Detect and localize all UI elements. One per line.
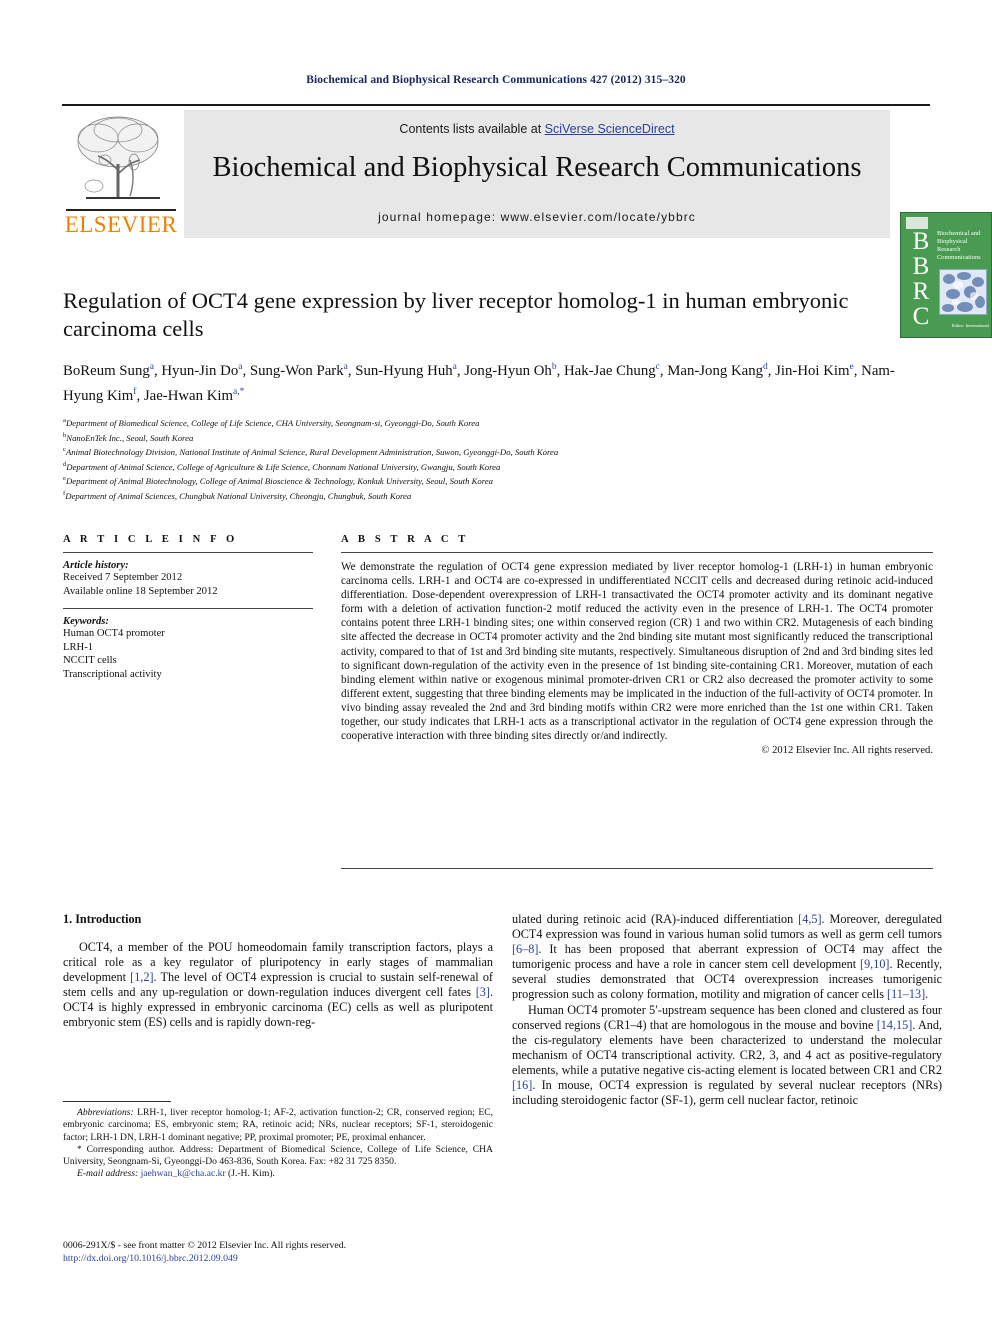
affiliation-item: aDepartment of Biomedical Science, Colle…: [63, 415, 933, 430]
sciencedirect-link[interactable]: SciVerse ScienceDirect: [545, 122, 675, 136]
bbrc-cover-artwork: [939, 269, 987, 315]
keyword-item: Human OCT4 promoter: [63, 628, 165, 640]
running-head: Biochemical and Biophysical Research Com…: [306, 74, 686, 86]
contents-lists-line: Contents lists available at SciVerse Sci…: [184, 122, 890, 136]
affiliations-list: aDepartment of Biomedical Science, Colle…: [63, 415, 933, 503]
bbrc-cover-footer: Editor: International: [951, 323, 989, 328]
section-heading-introduction: 1. Introduction: [63, 912, 142, 926]
abstract-bottom-divider: [341, 868, 933, 869]
affiliation-text: Department of Animal Science, College of…: [66, 461, 501, 472]
journal-masthead: ELSEVIER Contents lists available at Sci…: [62, 104, 992, 338]
affiliation-item: cAnimal Biotechnology Division, National…: [63, 444, 933, 459]
article-history-online: Available online 18 September 2012: [63, 585, 218, 597]
imprint-frontmatter: 0006-291X/$ - see front matter © 2012 El…: [63, 1240, 347, 1251]
page-title: Regulation of OCT4 gene expression by li…: [63, 288, 849, 341]
intro-paragraph-right-1: ulated during retinoic acid (RA)-induced…: [512, 912, 942, 1002]
affiliation-item: eDepartment of Animal Biotechnology, Col…: [63, 473, 933, 488]
footnote-divider: [63, 1101, 171, 1102]
elsevier-tree-svg: [77, 116, 160, 199]
elsevier-rule: [66, 209, 176, 211]
affiliation-text: Animal Biotechnology Division, National …: [65, 447, 559, 458]
keyword-item: Transcriptional activity: [63, 668, 162, 680]
elsevier-wordmark: ELSEVIER: [64, 212, 178, 237]
footnote-email[interactable]: E-mail address: jaehwan_k@cha.ac.kr (J.-…: [63, 1168, 493, 1180]
intro-paragraph-right-2: Human OCT4 promoter 5′-upstream sequence…: [512, 1002, 942, 1108]
bbrc-artwork-svg: [940, 270, 986, 314]
affiliation-item: fDepartment of Animal Sciences, Chungbuk…: [63, 488, 933, 503]
divider: [63, 552, 313, 553]
abstract-text: We demonstrate the regulation of OCT4 ge…: [341, 561, 933, 743]
abstract-panel: A B S T R A C T We demonstrate the regul…: [341, 534, 933, 756]
imprint-block: 0006-291X/$ - see front matter © 2012 El…: [63, 1240, 493, 1265]
abstract-copyright: © 2012 Elsevier Inc. All rights reserved…: [761, 745, 933, 757]
article-info-panel: A R T I C L E I N F O Article history: R…: [63, 534, 313, 682]
divider: [341, 552, 933, 553]
footnote-abbreviations: Abbreviations: LRH-1, liver receptor hom…: [63, 1107, 493, 1143]
affiliation-text: Department of Biomedical Science, Colleg…: [65, 417, 480, 428]
affiliation-text: Department of Animal Biotechnology, Coll…: [65, 476, 494, 487]
journal-homepage-line[interactable]: journal homepage: www.elsevier.com/locat…: [184, 210, 890, 224]
journal-article-page: Biochemical and Biophysical Research Com…: [0, 0, 992, 1323]
affiliation-item: bNanoEnTek Inc., Seoul, South Korea: [63, 430, 933, 445]
affiliation-text: Department of Animal Sciences, Chungbuk …: [65, 490, 412, 501]
article-history-label: Article history:: [63, 560, 129, 571]
divider: [63, 608, 313, 610]
bbrc-cover-title: Biochemical and Biophysical Research Com…: [937, 230, 981, 261]
journal-title: Biochemical and Biophysical Research Com…: [212, 152, 862, 183]
affiliation-item: dDepartment of Animal Science, College o…: [63, 459, 933, 474]
keyword-item: NCCIT cells: [63, 655, 117, 667]
elsevier-logo: ELSEVIER: [62, 110, 180, 238]
author-list: BoReum Sunga, Hyun-Jin Doa, Sung-Won Par…: [63, 362, 895, 404]
abstract-heading: A B S T R A C T: [341, 534, 469, 545]
body-column-right: ulated during retinoic acid (RA)-induced…: [512, 912, 942, 1108]
article-history-received: Received 7 September 2012: [63, 572, 183, 583]
title-block: Regulation of OCT4 gene expression by li…: [63, 287, 933, 407]
imprint-doi-link[interactable]: http://dx.doi.org/10.1016/j.bbrc.2012.09…: [63, 1253, 493, 1266]
contents-prefix: Contents lists available at: [399, 122, 545, 136]
footnote-block: Abbreviations: LRH-1, liver receptor hom…: [63, 1107, 493, 1181]
article-info-heading: A R T I C L E I N F O: [63, 534, 238, 545]
affiliation-text: NanoEnTek Inc., Seoul, South Korea: [66, 432, 194, 443]
intro-paragraph-left: OCT4, a member of the POU homeodomain fa…: [63, 940, 493, 1030]
footnote-corresponding-author: * Corresponding author. Address: Departm…: [63, 1143, 493, 1168]
journal-band: Contents lists available at SciVerse Sci…: [184, 110, 890, 238]
keywords-label: Keywords:: [63, 616, 109, 628]
body-column-left: 1. Introduction OCT4, a member of the PO…: [63, 912, 493, 1031]
keyword-item: LRH-1: [63, 641, 94, 653]
elsevier-tree-icon: [68, 112, 174, 206]
